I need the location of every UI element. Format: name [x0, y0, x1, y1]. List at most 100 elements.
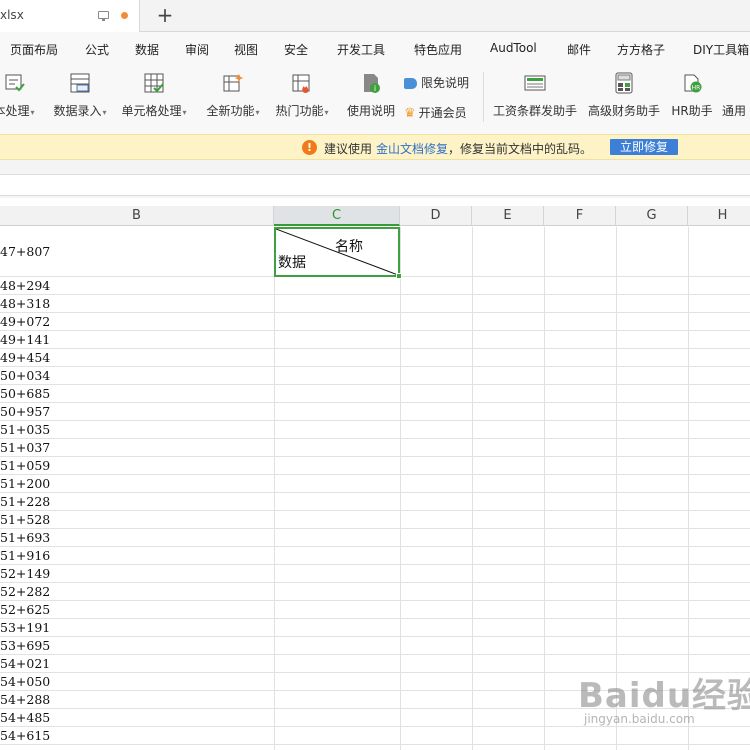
monitor-icon[interactable]	[98, 11, 109, 21]
column-header-d[interactable]: D	[400, 206, 472, 226]
table-row[interactable]: 51+693	[0, 529, 750, 547]
cell-b-value[interactable]: 51+228	[0, 494, 50, 509]
instructions-button[interactable]: i 使用说明	[342, 66, 400, 126]
cell-b-value[interactable]: 52+282	[0, 584, 50, 599]
cell-b-value[interactable]: 50+034	[0, 368, 50, 383]
cell-b-value[interactable]: 54+021	[0, 656, 50, 671]
table-row[interactable]: 50+685	[0, 385, 750, 403]
table-row[interactable]: 48+294	[0, 277, 750, 295]
menu-formulas[interactable]: 公式	[85, 41, 109, 58]
cell-b-value[interactable]: 51+037	[0, 440, 50, 455]
menu-bar: 页面布局 公式 数据 审阅 视图 安全 开发工具 特色应用 AudTool 邮件…	[0, 32, 750, 66]
column-header-b[interactable]: B	[0, 206, 274, 226]
crown-icon: ♛	[404, 106, 416, 121]
text-process-label: 本处理	[0, 104, 30, 118]
general-button[interactable]: 通用	[722, 66, 750, 126]
column-header-f[interactable]: F	[544, 206, 616, 226]
table-row[interactable]: 53+191	[0, 619, 750, 637]
menu-security[interactable]: 安全	[284, 41, 308, 58]
cell-b-value[interactable]: 54+288	[0, 692, 50, 707]
menu-developer[interactable]: 开发工具	[337, 41, 385, 58]
table-row[interactable]: 49+141	[0, 331, 750, 349]
finance-assistant-button[interactable]: 高级财务助手	[584, 66, 664, 126]
menu-features[interactable]: 特色应用	[414, 41, 462, 58]
cell-b-value[interactable]: 52+149	[0, 566, 50, 581]
payslip-assistant-button[interactable]: 工资条群发助手	[490, 66, 580, 126]
table-row[interactable]: 53+695	[0, 637, 750, 655]
header-name-label: 名称	[335, 239, 363, 255]
open-vip-link[interactable]: ♛ 开通会员	[404, 104, 467, 121]
cell-b-value[interactable]: 49+454	[0, 350, 50, 365]
table-row[interactable]: 52+625	[0, 601, 750, 619]
cell-b-value[interactable]: 51+916	[0, 548, 50, 563]
diagonal-header-cell[interactable]: 名称 数据	[274, 227, 402, 279]
column-header-g[interactable]: G	[616, 206, 688, 226]
menu-mail[interactable]: 邮件	[567, 41, 591, 58]
column-header-h[interactable]: H	[688, 206, 750, 226]
file-tab[interactable]: xlsx	[0, 0, 140, 32]
table-row[interactable]: 49+072	[0, 313, 750, 331]
menu-review[interactable]: 审阅	[185, 41, 209, 58]
fill-handle[interactable]	[396, 273, 402, 279]
hot-features-button[interactable]: 热门功能▾	[270, 66, 334, 126]
cell-b-value[interactable]: 49+141	[0, 332, 50, 347]
cell-b-value[interactable]: 54+485	[0, 710, 50, 725]
table-row[interactable]: 52+149	[0, 565, 750, 583]
cell-b-value[interactable]: 51+035	[0, 422, 50, 437]
cell-b-value[interactable]: 47+807	[0, 244, 50, 259]
table-row[interactable]: 48+318	[0, 295, 750, 313]
data-entry-button[interactable]: 数据录入▾	[48, 66, 112, 126]
cell-b-value[interactable]: 49+072	[0, 314, 50, 329]
menu-view[interactable]: 视图	[234, 41, 258, 58]
table-row[interactable]: 51+528	[0, 511, 750, 529]
cell-b-value[interactable]: 54+615	[0, 728, 50, 743]
menu-audtool[interactable]: AudTool	[490, 41, 537, 55]
table-row[interactable]: 51+059	[0, 457, 750, 475]
cell-process-button[interactable]: 单元格处理▾	[118, 66, 190, 126]
menu-data[interactable]: 数据	[135, 41, 159, 58]
menu-page-layout[interactable]: 页面布局	[10, 41, 58, 58]
column-header-e[interactable]: E	[472, 206, 544, 226]
new-tab-button[interactable]: +	[154, 3, 176, 27]
cell-b-value[interactable]: 54+050	[0, 674, 50, 689]
table-row[interactable]: 51+200	[0, 475, 750, 493]
cell-b-value[interactable]: 51+693	[0, 530, 50, 545]
table-row[interactable]: 51+037	[0, 439, 750, 457]
cell-b-value[interactable]: 48+294	[0, 278, 50, 293]
cell-b-value[interactable]: 51+200	[0, 476, 50, 491]
column-header-c[interactable]: C	[274, 206, 400, 226]
table-row[interactable]: 50+034	[0, 367, 750, 385]
table-row[interactable]: 49+454	[0, 349, 750, 367]
table-row[interactable]: 50+957	[0, 403, 750, 421]
file-tab-name: xlsx	[0, 8, 24, 22]
table-row[interactable]: 51+916	[0, 547, 750, 565]
menu-diy-toolbox[interactable]: DIY工具箱	[693, 41, 749, 58]
cell-b-value[interactable]: 53+191	[0, 620, 50, 635]
menu-fangfang[interactable]: 方方格子	[617, 41, 665, 58]
watermark-url: jingyan.baidu.com	[584, 712, 695, 726]
text-process-button[interactable]: 本处理▾	[0, 66, 42, 126]
chevron-down-icon: ▾	[30, 108, 35, 117]
hr-assistant-button[interactable]: HR HR助手	[666, 66, 718, 126]
repair-now-button[interactable]: 立即修复	[610, 139, 678, 155]
cell-b-value[interactable]: 50+957	[0, 404, 50, 419]
cell-b-value[interactable]: 48+318	[0, 296, 50, 311]
cell-b-value[interactable]: 53+695	[0, 638, 50, 653]
table-row[interactable]: 51+228	[0, 493, 750, 511]
cell-b-value[interactable]: 51+528	[0, 512, 50, 527]
table-row[interactable]: 51+035	[0, 421, 750, 439]
formula-input[interactable]	[0, 174, 750, 196]
kingsoft-docs-repair-link[interactable]: 金山文档修复	[376, 140, 448, 157]
cell-b-value[interactable]: 51+059	[0, 458, 50, 473]
hr-icon: HR	[684, 74, 702, 93]
cell-b-value[interactable]: 50+685	[0, 386, 50, 401]
finance-calculator-icon	[615, 72, 633, 94]
free-instructions-link[interactable]: 限免说明	[404, 74, 469, 91]
svg-text:HR: HR	[692, 85, 701, 92]
new-features-button[interactable]: 全新功能▾	[202, 66, 264, 126]
chevron-down-icon: ▾	[102, 108, 107, 117]
table-row[interactable]: 52+282	[0, 583, 750, 601]
new-features-label: 全新功能	[206, 104, 255, 118]
data-entry-label: 数据录入	[53, 104, 102, 118]
cell-b-value[interactable]: 52+625	[0, 602, 50, 617]
